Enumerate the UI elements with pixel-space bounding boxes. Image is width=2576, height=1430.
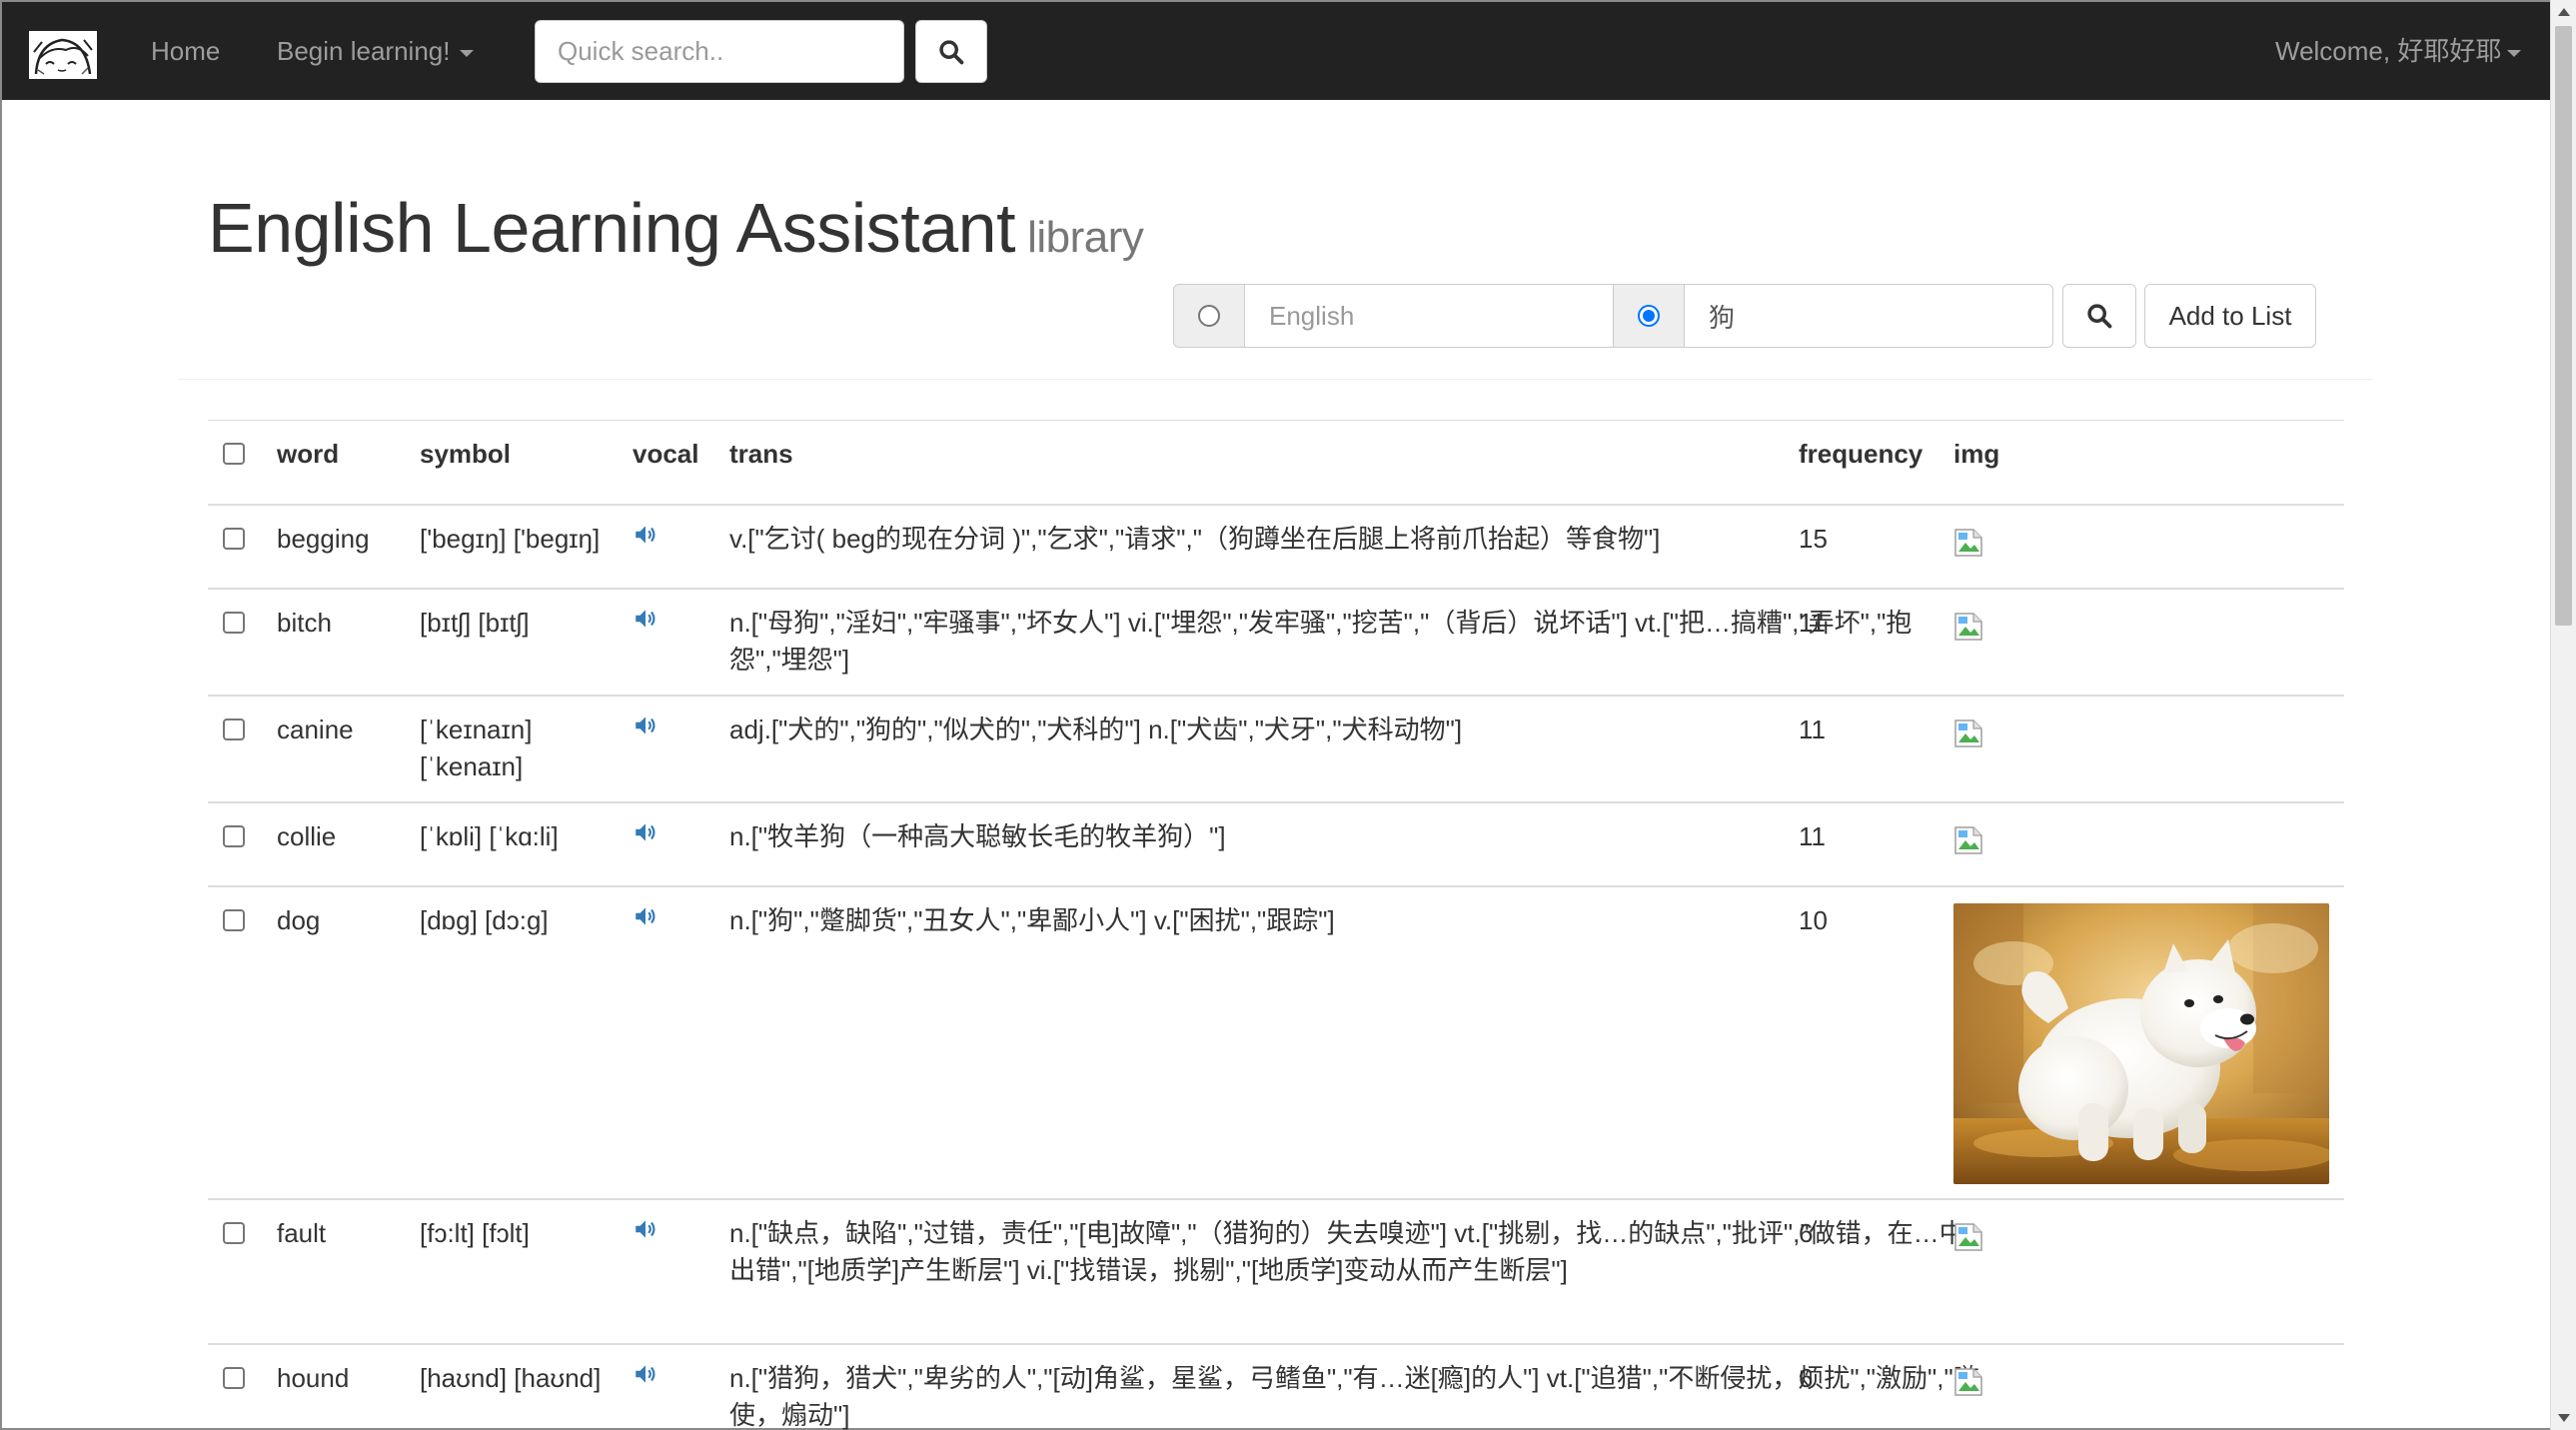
nav-begin-learning-dropdown[interactable]: Begin learning!: [277, 2, 475, 100]
chinese-search-input[interactable]: [1684, 284, 2053, 348]
library-search-button[interactable]: [2062, 284, 2136, 348]
trans-cell: n.["牧羊狗（一种高大聪敏长毛的牧羊狗）"]: [729, 821, 1226, 851]
symbol-cell: [ˈkɒli] [ˈkɑ:li]: [420, 821, 559, 851]
column-header-trans: trans: [729, 439, 793, 469]
page-subtitle: library: [1027, 213, 1144, 262]
word-cell: dog: [277, 905, 321, 935]
scroll-up-arrow-icon[interactable]: [2558, 8, 2570, 16]
word-cell: collie: [277, 821, 337, 851]
frequency-cell: 15: [1799, 524, 1828, 554]
broken-image-icon: [1953, 718, 1983, 758]
quick-search-button[interactable]: [915, 20, 987, 83]
symbol-cell: [fɔ:lt] [fɔlt]: [420, 1218, 530, 1248]
trans-cell: n.["猎狗，猎犬","卑劣的人","[动]角鲨，星鲨，弓鳍鱼","有…迷[瘾]…: [729, 1363, 1979, 1430]
trans-cell: n.["母狗","淫妇","牢骚事","坏女人"] vi.["埋怨","发牢骚"…: [729, 608, 1913, 675]
quick-search-input[interactable]: [535, 20, 904, 83]
dog-photo: [1953, 903, 2333, 1194]
english-search-input[interactable]: [1244, 284, 1614, 348]
anime-avatar-icon: [32, 34, 94, 76]
symbol-cell: [haʊnd] [haʊnd]: [420, 1363, 602, 1393]
chinese-radio-addon[interactable]: [1613, 284, 1685, 348]
word-cell: fault: [277, 1218, 327, 1248]
speaker-icon[interactable]: [633, 902, 658, 939]
row-checkbox[interactable]: [223, 1367, 245, 1389]
add-to-list-button[interactable]: Add to List: [2144, 284, 2316, 348]
word-cell: canine: [277, 715, 354, 744]
chevron-down-icon: [460, 49, 475, 57]
trans-cell: v.["乞讨( beg的现在分词 )","乞求","请求","（狗蹲坐在后腿上将…: [729, 524, 1661, 554]
page-title-text: English Learning Assistant: [208, 189, 1016, 267]
frequency-cell: 11: [1799, 608, 1826, 638]
table-row: hound [haʊnd] [haʊnd] n.["猎狗，猎犬","卑劣的人",…: [208, 1343, 2344, 1430]
chinese-radio[interactable]: [1638, 305, 1660, 327]
frequency-cell: 11: [1799, 821, 1826, 851]
white-samoyed-dog-photo: [1953, 903, 2333, 1184]
column-header-symbol: symbol: [420, 439, 512, 469]
trans-cell: n.["狗","蹩脚货","丑女人","卑鄙小人"] v.["困扰","跟踪"]: [729, 905, 1335, 935]
scrollbar-thumb[interactable]: [2555, 26, 2572, 626]
welcome-label: Welcome, 好耶好耶: [2275, 36, 2502, 66]
speaker-icon[interactable]: [633, 605, 658, 642]
row-checkbox[interactable]: [223, 909, 245, 931]
trans-cell: adj.["犬的","狗的","似犬的","犬科的"] n.["犬齿","犬牙"…: [729, 715, 1463, 744]
speaker-icon[interactable]: [633, 521, 658, 558]
frequency-cell: 11: [1799, 715, 1826, 744]
header-divider: [178, 379, 2372, 380]
search-icon: [2087, 304, 2112, 329]
broken-image-icon: [1953, 825, 1983, 865]
speaker-icon[interactable]: [633, 1215, 658, 1252]
column-header-frequency: frequency: [1799, 439, 1924, 469]
nav-begin-learning-label: Begin learning!: [277, 36, 451, 66]
broken-image-icon: [1953, 1222, 1983, 1262]
scroll-down-arrow-icon[interactable]: [2558, 1414, 2570, 1422]
table-header-row: word symbol vocal trans frequency img: [208, 420, 2344, 504]
page-scrollbar[interactable]: [2550, 0, 2576, 1430]
chevron-down-icon: [2507, 49, 2522, 57]
frequency-cell: 6: [1799, 1363, 1814, 1393]
user-welcome-dropdown[interactable]: Welcome, 好耶好耶: [2275, 2, 2522, 100]
frequency-cell: 10: [1799, 905, 1828, 935]
symbol-cell: ['begɪŋ] ['begɪŋ]: [420, 524, 601, 554]
word-cell: begging: [277, 524, 370, 554]
row-checkbox[interactable]: [223, 825, 245, 847]
column-header-img: img: [1953, 439, 2000, 469]
symbol-cell: [dɒg] [dɔ:g]: [420, 905, 549, 935]
search-icon: [939, 39, 964, 64]
row-checkbox[interactable]: [223, 718, 245, 740]
broken-image-icon: [1953, 612, 1983, 652]
symbol-cell: [ˈkeɪnaɪn] [ˈkenaɪn]: [420, 715, 533, 781]
row-checkbox[interactable]: [223, 528, 245, 550]
column-header-word: word: [277, 439, 340, 469]
frequency-cell: 6: [1799, 1218, 1814, 1248]
speaker-icon[interactable]: [633, 712, 658, 748]
table-row: canine [ˈkeɪnaɪn] [ˈkenaɪn] adj.["犬的","狗…: [208, 695, 2344, 801]
column-header-vocal: vocal: [633, 439, 699, 469]
table-row: begging ['begɪŋ] ['begɪŋ] v.["乞讨( beg的现在…: [208, 504, 2344, 588]
page-title: English Learning Assistant library: [208, 188, 1144, 268]
speaker-icon[interactable]: [633, 1360, 658, 1397]
brand-logo[interactable]: [29, 31, 97, 79]
table-row: fault [fɔ:lt] [fɔlt] n.["缺点，缺陷","过错，责任",…: [208, 1198, 2344, 1343]
row-checkbox[interactable]: [223, 612, 245, 634]
broken-image-icon: [1953, 1367, 1983, 1407]
table-row: bitch [bɪtʃ] [bɪtʃ] n.["母狗","淫妇","牢骚事","…: [208, 588, 2344, 695]
navbar: Home Begin learning! Welcome, 好耶好耶: [2, 2, 2550, 100]
table-row: collie [ˈkɒli] [ˈkɑ:li] n.["牧羊狗（一种高大聪敏长毛…: [208, 801, 2344, 885]
symbol-cell: [bɪtʃ] [bɪtʃ]: [420, 608, 530, 638]
word-cell: bitch: [277, 608, 332, 638]
english-radio[interactable]: [1198, 305, 1220, 327]
word-cell: hound: [277, 1363, 350, 1393]
row-checkbox[interactable]: [223, 1222, 245, 1244]
trans-cell: n.["缺点，缺陷","过错，责任","[电]故障","（猎狗的）失去嗅迹"] …: [729, 1218, 1965, 1285]
nav-home-link[interactable]: Home: [151, 2, 220, 100]
broken-image-icon: [1953, 528, 1983, 568]
speaker-icon[interactable]: [633, 818, 658, 855]
table-row: dog [dɒg] [dɔ:g] n.["狗","蹩脚货","丑女人","卑鄙小…: [208, 885, 2344, 1198]
english-radio-addon[interactable]: [1173, 284, 1245, 348]
select-all-checkbox[interactable]: [223, 443, 245, 465]
